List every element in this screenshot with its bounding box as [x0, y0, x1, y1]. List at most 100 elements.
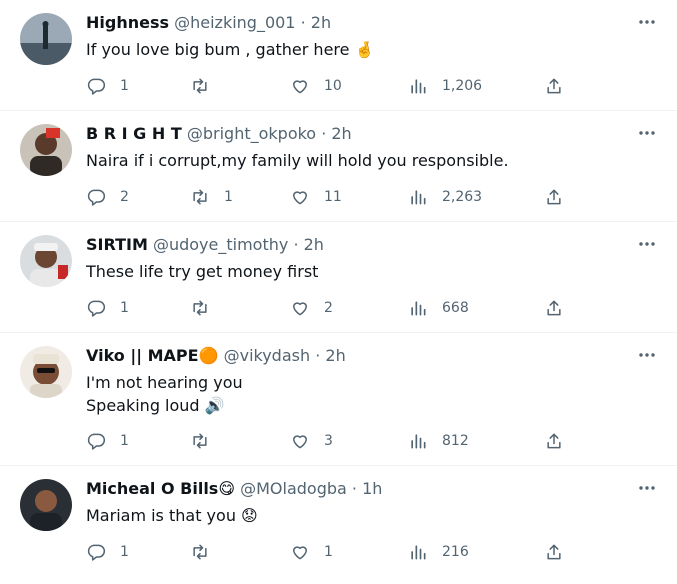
share-button[interactable] [544, 296, 564, 320]
avatar[interactable] [20, 124, 72, 176]
views-button[interactable]: 2,263 [408, 185, 482, 209]
views-icon [411, 545, 426, 560]
like-icon [293, 546, 307, 560]
tweet-text: Naira if i corrupt,my family will hold y… [86, 149, 509, 172]
reply-count: 1 [120, 544, 129, 560]
tweet-header: B R I G H T @bright_okpoko · 2h [86, 124, 352, 144]
like-icon [293, 302, 307, 316]
reply-button[interactable]: 1 [86, 296, 129, 320]
timestamp[interactable]: 2h [331, 124, 351, 143]
views-button[interactable]: 812 [408, 429, 469, 453]
display-name[interactable]: Highness [86, 13, 169, 32]
tweet-text: These life try get money first [86, 260, 318, 283]
share-button[interactable] [544, 429, 564, 453]
more-options-button[interactable] [635, 343, 659, 367]
user-handle[interactable]: @heizking_001 [174, 13, 295, 32]
display-name[interactable]: Viko || MAPE🟠 [86, 346, 219, 365]
share-icon [547, 544, 561, 560]
tweet[interactable]: B R I G H T @bright_okpoko · 2h Naira if… [0, 111, 677, 222]
like-count: 2 [324, 300, 333, 316]
like-button[interactable]: 11 [290, 185, 342, 209]
more-options-button[interactable] [635, 10, 659, 34]
share-icon [547, 300, 561, 316]
reply-count: 1 [120, 433, 129, 449]
share-icon [547, 78, 561, 94]
display-name[interactable]: SIRTIM [86, 235, 148, 254]
separator: · [351, 479, 358, 498]
share-icon [547, 189, 561, 205]
retweet-button[interactable] [190, 74, 224, 98]
tweet-text: Mariam is that you 😟 [86, 504, 258, 527]
avatar[interactable] [20, 346, 72, 398]
like-button[interactable]: 1 [290, 540, 333, 564]
user-handle[interactable]: @bright_okpoko [187, 124, 316, 143]
share-button[interactable] [544, 540, 564, 564]
timestamp[interactable]: 1h [362, 479, 382, 498]
timestamp[interactable]: 2h [325, 346, 345, 365]
more-icon [639, 486, 655, 490]
retweet-button[interactable]: 1 [190, 185, 233, 209]
tweet[interactable]: SIRTIM @udoye_timothy · 2h These life tr… [0, 222, 677, 333]
user-handle[interactable]: @vikydash [224, 346, 311, 365]
more-options-button[interactable] [635, 121, 659, 145]
tweet[interactable]: Micheal O Bills😋 @MOladogba · 1h Mariam … [0, 466, 677, 584]
like-button[interactable]: 3 [290, 429, 333, 453]
retweet-icon [193, 300, 207, 316]
views-button[interactable]: 216 [408, 540, 469, 564]
retweet-icon [193, 78, 207, 94]
like-button[interactable]: 2 [290, 296, 333, 320]
view-count: 2,263 [442, 189, 483, 205]
avatar[interactable] [20, 13, 72, 65]
views-icon [411, 190, 426, 205]
tweet-text-line: These life try get money first [86, 262, 319, 281]
view-count: 812 [442, 433, 469, 449]
reply-icon [87, 300, 106, 317]
retweet-count: 1 [224, 189, 233, 205]
separator: · [300, 13, 306, 32]
reply-button[interactable]: 2 [86, 185, 129, 209]
more-icon [639, 353, 655, 357]
tweet[interactable]: Viko || MAPE🟠 @vikydash · 2h I'm not hea… [0, 333, 677, 466]
more-options-button[interactable] [635, 232, 659, 256]
like-count: 11 [324, 189, 342, 205]
like-button[interactable]: 10 [290, 74, 342, 98]
like-count: 1 [324, 544, 333, 560]
user-handle[interactable]: @MOladogba [240, 479, 347, 498]
timestamp[interactable]: 2h [311, 13, 331, 32]
tweet-text-line: Mariam is that you 😟 [86, 506, 258, 525]
share-icon [547, 433, 561, 449]
reply-icon [87, 189, 106, 206]
separator: · [293, 235, 299, 254]
tweet[interactable]: Highness @heizking_001 · 2h If you love … [0, 0, 677, 111]
tweet-header: Micheal O Bills😋 @MOladogba · 1h [86, 479, 382, 499]
views-button[interactable]: 668 [408, 296, 469, 320]
display-name[interactable]: B R I G H T [86, 124, 182, 143]
avatar[interactable] [20, 479, 72, 531]
tweet-header: SIRTIM @udoye_timothy · 2h [86, 235, 324, 255]
share-button[interactable] [544, 74, 564, 98]
reply-count: 1 [120, 78, 129, 94]
more-options-button[interactable] [635, 476, 659, 500]
views-button[interactable]: 1,206 [408, 74, 482, 98]
tweet-actions: 1 1 216 [86, 540, 566, 564]
like-count: 3 [324, 433, 333, 449]
view-count: 216 [442, 544, 469, 560]
like-icon [293, 80, 307, 94]
user-handle[interactable]: @udoye_timothy [153, 235, 288, 254]
retweet-button[interactable] [190, 429, 224, 453]
reply-button[interactable]: 1 [86, 429, 129, 453]
more-icon [639, 131, 655, 135]
retweet-icon [193, 189, 207, 205]
reply-button[interactable]: 1 [86, 540, 129, 564]
display-name[interactable]: Micheal O Bills😋 [86, 479, 235, 498]
reply-icon [87, 544, 106, 561]
reply-button[interactable]: 1 [86, 74, 129, 98]
retweet-button[interactable] [190, 540, 224, 564]
view-count: 668 [442, 300, 469, 316]
view-count: 1,206 [442, 78, 483, 94]
tweet-text-line: If you love big bum , gather here 🤞 [86, 40, 375, 59]
retweet-button[interactable] [190, 296, 224, 320]
avatar[interactable] [20, 235, 72, 287]
timestamp[interactable]: 2h [304, 235, 324, 254]
share-button[interactable] [544, 185, 564, 209]
